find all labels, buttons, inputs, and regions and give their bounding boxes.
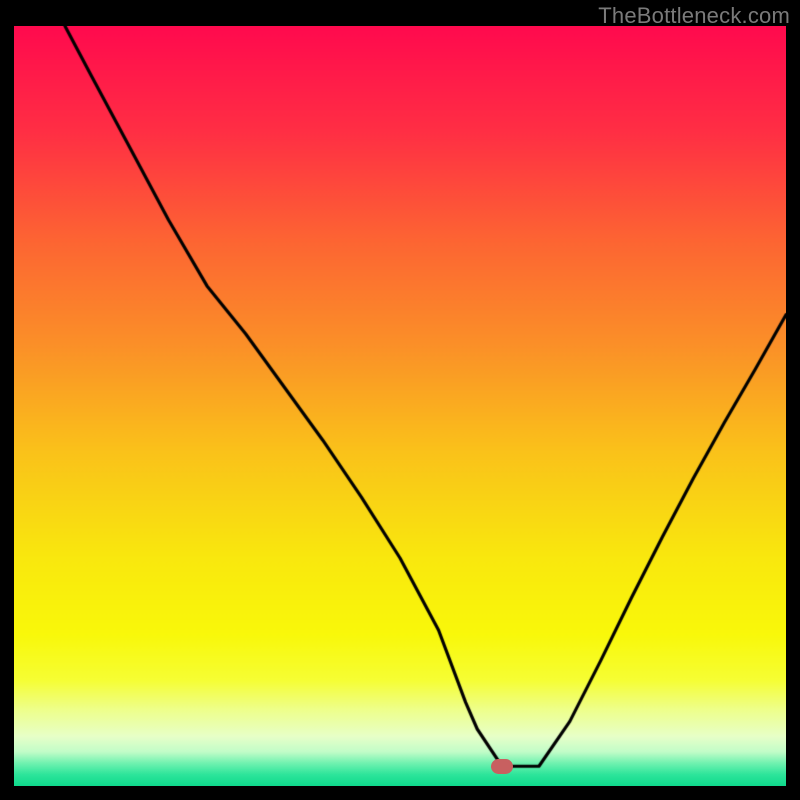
optimal-point-marker bbox=[491, 759, 513, 774]
chart-frame bbox=[14, 26, 786, 786]
bottleneck-curve bbox=[14, 26, 786, 786]
